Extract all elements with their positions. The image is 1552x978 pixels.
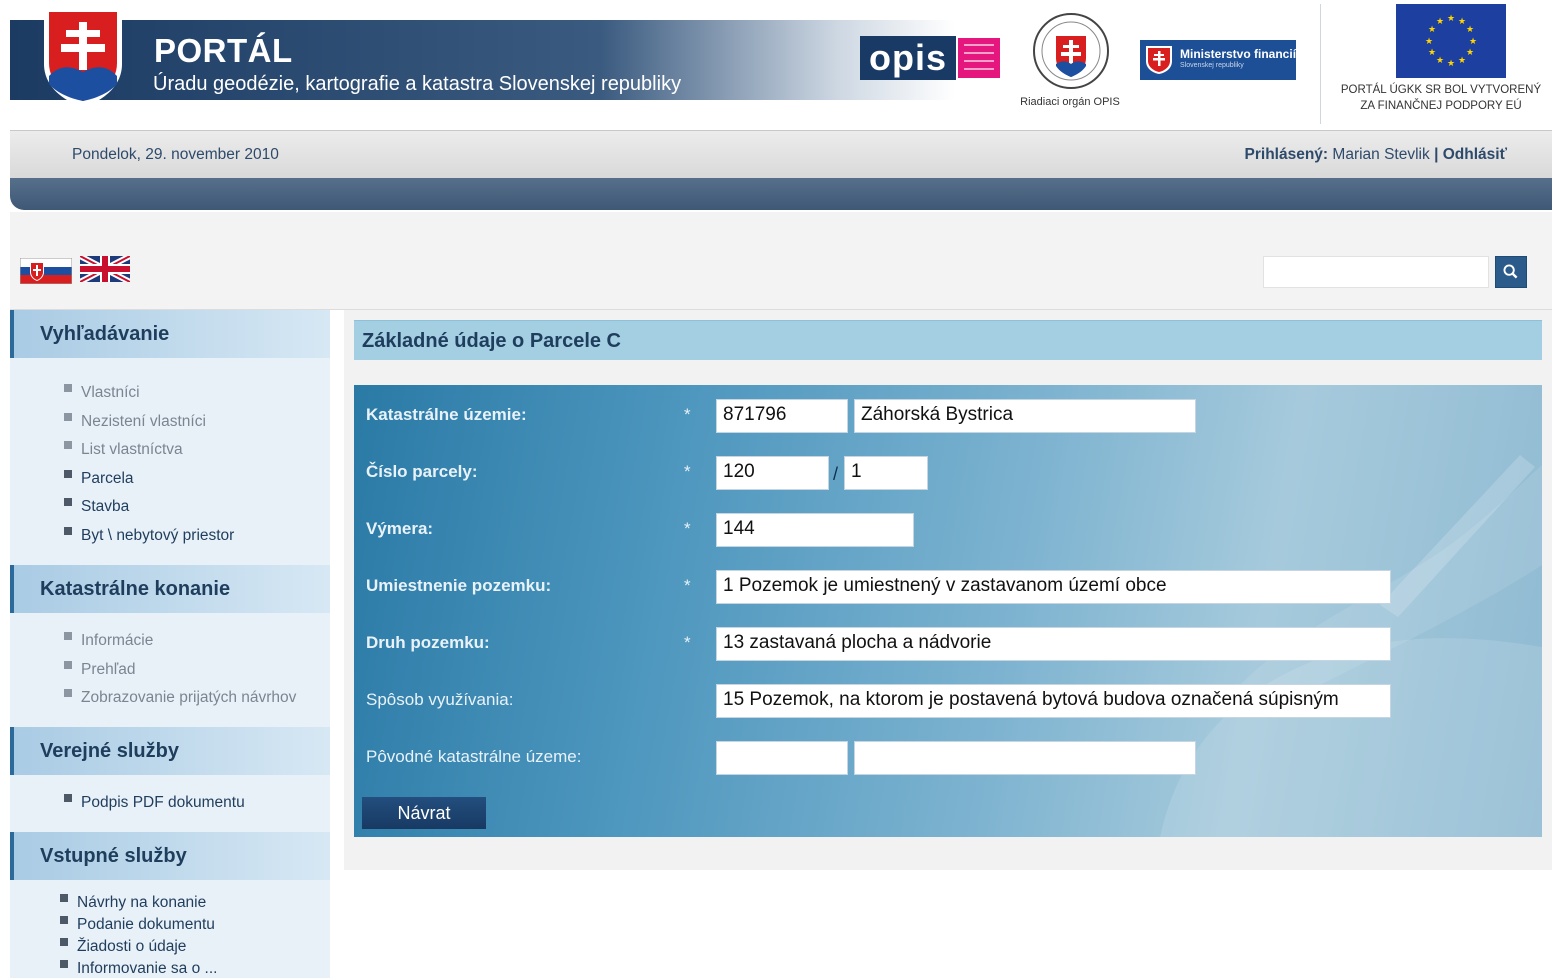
sidebar-section-vyhladavanie[interactable]: Vyhľadávanie — [10, 310, 330, 358]
povodne-uzemie-name-field[interactable] — [854, 741, 1196, 775]
nav-band — [10, 178, 1552, 210]
sidebar-item-prehlad[interactable]: Prehľad — [64, 661, 136, 679]
logged-in-user: Marian Stevlik — [1332, 146, 1430, 163]
label-sposob-vyuzivania: Spôsob využívania: — [366, 690, 514, 709]
sidebar-item-navrhy[interactable]: Návrhy na konanie — [60, 894, 206, 912]
sposob-vyuzivania-field[interactable]: 15 Pozemok, na ktorom je postavená bytov… — [716, 684, 1391, 718]
minfin-sublabel: Slovenskej republiky — [1180, 62, 1244, 69]
header-divider — [1320, 4, 1321, 124]
logout-link[interactable]: Odhlásiť — [1443, 146, 1507, 163]
minfin-label: Ministerstvo financií — [1180, 47, 1297, 61]
sidebar-item-parcela[interactable]: Parcela — [64, 470, 134, 488]
svg-text:★: ★ — [1458, 56, 1466, 66]
flag-slovakia-icon[interactable] — [20, 258, 72, 284]
vymera-field[interactable]: 144 — [716, 513, 914, 547]
label-katastralne-uzemie: Katastrálne územie: — [366, 405, 527, 424]
slovak-coat-of-arms-icon — [44, 8, 122, 107]
sidebar-item-informovanie[interactable]: Informovanie sa o ... — [60, 960, 217, 978]
date-bar: Pondelok, 29. november 2010 Prihlásený: … — [10, 130, 1552, 178]
label-cislo-parcely: Číslo parcely: — [366, 462, 478, 481]
svg-text:★: ★ — [1469, 37, 1477, 47]
current-date: Pondelok, 29. november 2010 — [72, 146, 279, 163]
svg-text:★: ★ — [1436, 56, 1444, 66]
header: PORTÁL Úradu geodézie, kartografie a kat… — [0, 0, 1552, 130]
search-input[interactable] — [1263, 256, 1489, 288]
sidebar: Vyhľadávanie Vlastníci Nezistení vlastní… — [10, 310, 330, 978]
eu-flag-icon: ★ ★★ ★★★ ★★★ ★★★ — [1396, 4, 1506, 78]
ministerstvo-financii-logo[interactable]: Ministerstvo financií Slovenskej republi… — [1140, 40, 1296, 80]
login-separator: | — [1434, 146, 1439, 163]
parcel-number-slash: / — [833, 464, 839, 484]
cislo-parcely-main-field[interactable]: 120 — [716, 456, 829, 490]
required-mark: * — [684, 576, 691, 595]
sidebar-item-podpis-pdf[interactable]: Podpis PDF dokumentu — [64, 794, 245, 812]
required-mark: * — [684, 405, 691, 424]
svg-text:★: ★ — [1466, 48, 1474, 58]
search-button[interactable] — [1495, 256, 1527, 288]
sidebar-item-list-vlastnictva[interactable]: List vlastníctva — [64, 441, 183, 459]
svg-text:★: ★ — [1428, 25, 1436, 35]
required-mark: * — [684, 633, 691, 652]
cislo-parcely-sub-field[interactable]: 1 — [844, 456, 928, 490]
label-umiestnenie-pozemku: Umiestnenie pozemku: — [366, 576, 552, 595]
sidebar-section-title: Vstupné služby — [40, 845, 187, 867]
required-mark: * — [684, 519, 691, 538]
portal-title: PORTÁL — [154, 32, 293, 69]
sidebar-item-podanie[interactable]: Podanie dokumentu — [60, 916, 215, 934]
main-title-bar: Základné údaje o Parcele C — [354, 320, 1542, 360]
sidebar-item-stavba[interactable]: Stavba — [64, 498, 129, 516]
back-button[interactable]: Návrat — [362, 797, 486, 829]
katastralne-uzemie-name-field[interactable]: Záhorská Bystrica — [854, 399, 1196, 433]
login-status: Prihlásený: Marian Stevlik | Odhlásiť — [1245, 146, 1507, 164]
katastralne-uzemie-code-field[interactable]: 871796 — [716, 399, 848, 433]
label-vymera: Výmera: — [366, 519, 434, 538]
sidebar-section-title: Katastrálne konanie — [40, 578, 231, 600]
minfin-shield-icon — [1146, 46, 1172, 74]
eu-funding-note: PORTÁL ÚGKK SR BOL VYTVORENÝ ZA FINANČNE… — [1330, 82, 1552, 114]
logged-in-label: Prihlásený: — [1244, 146, 1329, 163]
sidebar-section-katastralne-konanie[interactable]: Katastrálne konanie — [10, 565, 330, 613]
opis-logo-text: opis — [860, 36, 956, 80]
label-druh-pozemku: Druh pozemku: — [366, 633, 490, 652]
povodne-uzemie-code-field[interactable] — [716, 741, 848, 775]
sidebar-item-byt[interactable]: Byt \ nebytový priestor — [64, 527, 234, 545]
sidebar-section-title: Verejné služby — [40, 740, 179, 762]
eu-note-line-2: ZA FINANČNEJ PODPORY EÚ — [1360, 100, 1522, 112]
sidebar-item-vlastnici[interactable]: Vlastníci — [64, 384, 140, 402]
sidebar-item-ziadosti[interactable]: Žiadosti o údaje — [60, 938, 186, 956]
umiestnenie-pozemku-field[interactable]: 1 Pozemok je umiestnený v zastavanom úze… — [716, 570, 1391, 604]
svg-text:★: ★ — [1447, 59, 1455, 69]
sidebar-item-zobrazovanie[interactable]: Zobrazovanie prijatých návrhov — [64, 689, 296, 707]
label-povodne-katastralne-uzemie: Pôvodné katastrálne územe: — [366, 747, 582, 766]
sidebar-item-informacie[interactable]: Informácie — [64, 632, 153, 650]
sidebar-section-vstupne-sluzby[interactable]: Vstupné služby — [10, 832, 330, 880]
required-mark: * — [684, 462, 691, 481]
search-icon — [1503, 264, 1518, 279]
svg-text:★: ★ — [1436, 17, 1444, 27]
sidebar-section-title: Vyhľadávanie — [40, 323, 170, 345]
riadiaci-organ-label: Riadiaci orgán OPIS — [1020, 96, 1120, 108]
svg-text:★: ★ — [1458, 17, 1466, 27]
svg-text:★: ★ — [1466, 25, 1474, 35]
svg-text:★: ★ — [1447, 14, 1455, 24]
svg-text:★: ★ — [1425, 37, 1433, 47]
government-seal-icon — [1033, 13, 1109, 89]
svg-text:★: ★ — [1428, 48, 1436, 58]
eu-note-line-1: PORTÁL ÚGKK SR BOL VYTVORENÝ — [1340, 84, 1542, 96]
opis-logo-badge-icon — [958, 38, 1000, 78]
page-title: Základné údaje o Parcele C — [362, 330, 621, 352]
sidebar-item-nezisteni-vlastnici[interactable]: Nezistení vlastníci — [64, 413, 206, 431]
flag-uk-icon[interactable] — [80, 256, 130, 282]
druh-pozemku-field[interactable]: 13 zastavaná plocha a nádvorie — [716, 627, 1391, 661]
sidebar-section-verejne-sluzby[interactable]: Verejné služby — [10, 727, 330, 775]
portal-subtitle: Úradu geodézie, kartografie a katastra S… — [153, 73, 682, 95]
